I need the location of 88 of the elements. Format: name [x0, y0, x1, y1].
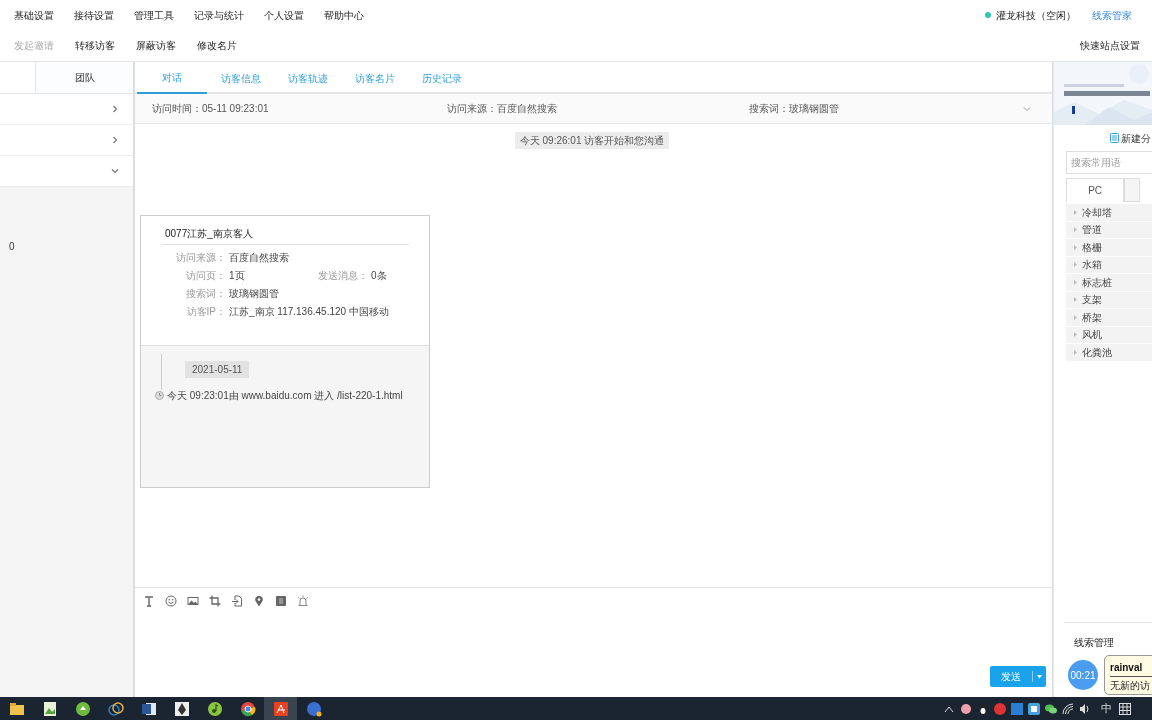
file-import-icon[interactable] [231, 595, 243, 607]
phrase-group[interactable]: 标志桩 [1066, 274, 1152, 291]
search-keyword: 搜索词：玻璃钢圆管 [749, 102, 840, 116]
image-icon[interactable] [187, 595, 199, 607]
account-status: 灌龙科技（空闲） [996, 8, 1076, 23]
menu-item[interactable]: 基础设置 [12, 7, 56, 23]
visit-source: 访问来源：百度自然搜索 [447, 102, 558, 116]
phrase-group[interactable]: 桥架 [1066, 309, 1152, 326]
notification-title: rainval [1110, 660, 1152, 677]
caret-right-icon [1074, 314, 1077, 320]
timer-badge: 00:21 [1068, 660, 1098, 690]
field-value: 玻璃钢圆管 [229, 287, 280, 301]
location-pin-icon[interactable] [253, 595, 265, 607]
new-group-button[interactable]: 新建分 [1110, 125, 1152, 151]
phrase-group[interactable]: 冷却塔 [1066, 204, 1152, 221]
chat-box-icon[interactable] [1027, 701, 1041, 716]
wifi-icon[interactable] [1061, 701, 1075, 716]
badge-circle-icon[interactable] [305, 700, 322, 717]
notification-body: 无新的访 [1110, 679, 1151, 693]
penguin-icon[interactable] [976, 701, 990, 716]
pen-nib-icon[interactable] [173, 700, 190, 717]
music-note-icon[interactable] [206, 700, 223, 717]
field-label: 访问来源： [175, 251, 227, 265]
caret-right-icon [1074, 227, 1077, 233]
field-label: 搜索词： [185, 287, 227, 301]
square-app-icon[interactable] [1010, 701, 1024, 716]
text-format-icon[interactable] [143, 595, 155, 607]
field-value: 1页 [229, 269, 246, 283]
toolbar-action[interactable]: 屏蔽访客 [136, 38, 176, 53]
chevron-right-icon[interactable] [111, 136, 119, 144]
caret-right-icon [1074, 244, 1077, 250]
lead-manager-link[interactable]: 线索管家 [1092, 7, 1132, 23]
list-icon [1110, 133, 1119, 143]
search-field[interactable]: 搜索常用语 [1066, 151, 1152, 174]
menu-item[interactable]: 个人设置 [262, 7, 306, 23]
caret-right-icon [1074, 209, 1077, 215]
field-value: 百度自然搜索 [229, 251, 290, 265]
phrase-group[interactable]: 化粪池 [1066, 344, 1152, 361]
document-icon[interactable] [140, 700, 157, 717]
caret-right-icon [1074, 262, 1077, 268]
clock-icon [155, 391, 164, 400]
emoji-icon[interactable] [165, 595, 177, 607]
phrase-group[interactable]: 水箱 [1066, 256, 1152, 273]
team-tab[interactable]: 团队 [35, 62, 133, 94]
caret-right-icon [1074, 332, 1077, 338]
card-icon[interactable] [275, 595, 287, 607]
signature-icon[interactable] [272, 700, 289, 717]
stat-value: 0 [8, 240, 16, 254]
caret-right-icon [1074, 279, 1077, 285]
chevron-down-icon[interactable] [111, 167, 119, 175]
toolbar-action[interactable]: 修改名片 [197, 38, 237, 53]
phrase-group[interactable]: 管道 [1066, 221, 1152, 238]
trail-entry: 今天 09:23:01由 www.baidu.com 进入 /list-220-1.html [167, 389, 403, 403]
phrase-group[interactable]: 支架 [1066, 291, 1152, 308]
field-label: 发送消息： [317, 269, 369, 283]
menu-item[interactable]: 接待设置 [72, 7, 116, 23]
field-value: 0条 [371, 269, 388, 283]
menu-item[interactable]: 管理工具 [132, 7, 176, 23]
menu-item[interactable]: 记录与统计 [192, 7, 246, 23]
phrase-tab[interactable]: PC [1066, 178, 1125, 202]
keyboard-grid-icon[interactable] [1118, 701, 1132, 716]
visit-time: 访问时间：05-11 09:23:01 [152, 102, 270, 116]
alarm-light-icon[interactable] [297, 595, 309, 607]
flower-icon[interactable] [959, 701, 973, 716]
rings-icon[interactable] [107, 700, 124, 717]
field-value: 江苏_南京 117.136.45.120 中国移动 [229, 305, 390, 319]
browser-icon[interactable] [239, 700, 256, 717]
phrase-group[interactable]: 风机 [1066, 326, 1152, 343]
field-label: 访问页： [185, 269, 227, 283]
taskbar-button[interactable] [264, 697, 297, 720]
quick-settings-link[interactable]: 快速站点设置 [1080, 38, 1140, 53]
date-label: 2021-05-11 [185, 361, 250, 378]
up-arrow-circle-icon[interactable] [74, 700, 91, 717]
field-label: 访客IP： [185, 305, 227, 319]
caret-right-icon [1074, 297, 1077, 303]
caret-right-icon [1074, 349, 1077, 355]
chevron-right-icon[interactable] [111, 105, 119, 113]
circle-app-icon[interactable] [993, 701, 1007, 716]
system-message: 今天 09:26:01 访客开始和您沟通 [514, 132, 670, 149]
phrase-group[interactable]: 格栅 [1066, 239, 1152, 256]
menu-item[interactable]: 帮助中心 [322, 7, 366, 23]
toolbar-action[interactable]: 转移访客 [75, 38, 115, 53]
input-method-indicator[interactable]: 中 [1101, 700, 1112, 717]
crop-icon[interactable] [209, 595, 221, 607]
picture-file-icon[interactable] [41, 700, 58, 717]
folder-icon[interactable] [8, 700, 25, 717]
visitor-name: 0077江苏_南京客人 [161, 226, 409, 245]
lead-title: 线索管理 [1074, 636, 1115, 650]
